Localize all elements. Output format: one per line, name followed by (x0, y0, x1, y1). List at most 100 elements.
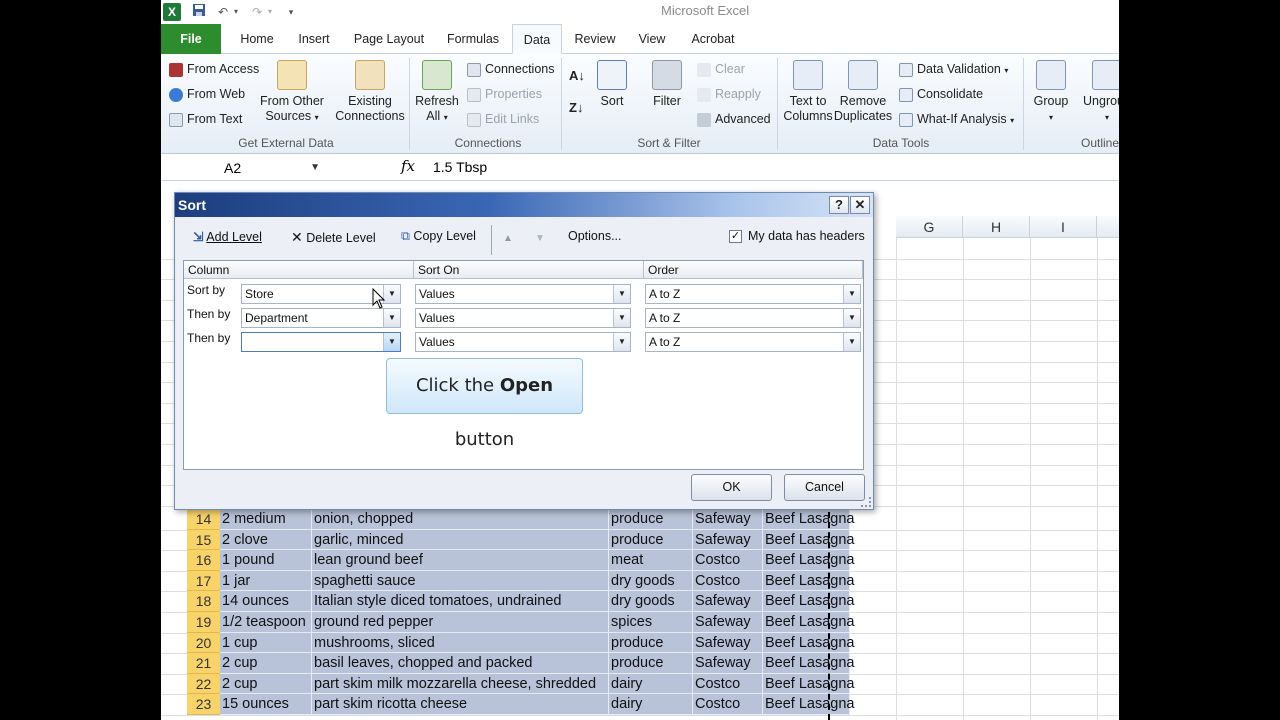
ok-button[interactable]: OK (691, 474, 772, 501)
cell-qty[interactable]: 1 cup (220, 632, 312, 654)
cell-store[interactable]: Costco (693, 673, 763, 695)
redo-dropdown-icon[interactable]: ▾ (265, 3, 275, 21)
cell-store[interactable]: Safeway (693, 632, 763, 654)
connections-button[interactable]: Connections (467, 62, 555, 77)
cell-store[interactable]: Safeway (693, 509, 763, 530)
group-button[interactable]: Group ▾ (1029, 60, 1073, 125)
edit-links-button[interactable]: Edit Links (467, 112, 539, 127)
cell-store[interactable]: Safeway (693, 612, 763, 633)
customize-qat-icon[interactable]: ▾ (285, 3, 297, 21)
move-up-icon[interactable]: ▲ (503, 233, 513, 244)
table-row[interactable]: 14 2 medium onion, chopped produce Safeway Be… (187, 509, 855, 530)
cell-recipe[interactable]: Beef Lasagna (763, 653, 855, 674)
row-header[interactable]: 19 (187, 612, 220, 633)
delete-level-button[interactable]: ✕ Delete Level (291, 229, 376, 246)
row-header[interactable]: 17 (187, 570, 220, 592)
cell-dept[interactable]: dairy (609, 694, 693, 715)
cell-dept[interactable]: produce (609, 653, 693, 674)
insert-function-icon[interactable]: fx (401, 157, 415, 175)
existing-connections-button[interactable]: Existing Connections (333, 60, 407, 124)
cell-qty[interactable]: 2 medium (220, 509, 312, 530)
move-down-icon[interactable]: ▼ (535, 233, 545, 244)
advanced-button[interactable]: Advanced (697, 112, 771, 127)
consolidate-button[interactable]: Consolidate (899, 87, 983, 102)
table-row[interactable]: 23 15 ounces part skim ricotta cheese dairy… (187, 694, 855, 715)
cell-item[interactable]: onion, chopped (312, 509, 609, 530)
ungroup-button[interactable]: Ungroup ▾ (1077, 60, 1119, 125)
name-box[interactable]: A2 ▼ (161, 157, 326, 179)
column-header-g[interactable]: G (896, 216, 963, 238)
chevron-down-icon[interactable]: ▼ (843, 333, 860, 351)
formula-input[interactable]: 1.5 Tbsp (433, 159, 487, 175)
chevron-down-icon[interactable]: ▼ (383, 333, 400, 351)
cell-store[interactable]: Safeway (693, 591, 763, 612)
cell-recipe[interactable]: Beef Lasagna (763, 694, 855, 715)
cell-dept[interactable]: produce (609, 632, 693, 654)
cell-store[interactable]: Safeway (693, 653, 763, 674)
column-header-h[interactable]: H (963, 216, 1030, 238)
what-if-analysis-button[interactable]: What-If Analysis ▾ (899, 112, 1014, 127)
cell-dept[interactable]: produce (609, 509, 693, 530)
cell-qty[interactable]: 2 cup (220, 653, 312, 674)
cell-recipe[interactable]: Beef Lasagna (763, 509, 855, 530)
cell-dept[interactable]: spices (609, 612, 693, 633)
from-web-button[interactable]: From Web (169, 87, 245, 102)
cell-item[interactable]: Italian style diced tomatoes, undrained (312, 591, 609, 612)
refresh-all-button[interactable]: Refresh All ▾ (413, 60, 461, 125)
tab-page-layout[interactable]: Page Layout (347, 24, 431, 54)
sort-on-select[interactable]: Values ▼ (415, 332, 631, 352)
table-row[interactable]: 19 1/2 teaspoon ground red pepper spices Saf… (187, 612, 855, 633)
chevron-down-icon[interactable]: ▼ (843, 309, 860, 327)
tab-formulas[interactable]: Formulas (441, 24, 505, 54)
cell-store[interactable]: Safeway (693, 529, 763, 551)
clear-button[interactable]: Clear (697, 62, 745, 77)
chevron-down-icon[interactable]: ▼ (613, 285, 630, 303)
from-other-sources-button[interactable]: From Other Sources ▾ (257, 60, 327, 125)
cell-item[interactable]: basil leaves, chopped and packed (312, 653, 609, 674)
save-icon[interactable] (191, 3, 207, 21)
table-row[interactable]: 22 2 cup part skim milk mozzarella cheese,… (187, 673, 855, 695)
reapply-button[interactable]: Reapply (697, 87, 761, 102)
cell-item[interactable]: garlic, minced (312, 529, 609, 551)
my-data-has-headers-checkbox[interactable]: ✓ My data has headers (729, 229, 865, 244)
cell-item[interactable]: spaghetti sauce (312, 570, 609, 592)
tab-view[interactable]: View (629, 24, 675, 54)
chevron-down-icon[interactable]: ▼ (613, 333, 630, 351)
order-select[interactable]: A to Z ▼ (645, 308, 861, 328)
column-select[interactable]: ▼ (241, 332, 401, 352)
options-button[interactable]: Options... (568, 229, 622, 243)
order-select[interactable]: A to Z ▼ (645, 284, 861, 304)
cell-recipe[interactable]: Beef Lasagna (763, 612, 855, 633)
cell-qty[interactable]: 1 pound (220, 550, 312, 571)
tab-data[interactable]: Data (512, 24, 562, 54)
column-header-j[interactable] (1097, 216, 1119, 238)
cell-qty[interactable]: 2 clove (220, 529, 312, 551)
table-row[interactable]: 16 1 pound lean ground beef meat Costco Beef … (187, 550, 855, 571)
sort-button[interactable]: Sort (595, 60, 629, 109)
remove-duplicates-button[interactable]: Remove Duplicates (833, 60, 893, 124)
table-row[interactable]: 17 1 jar spaghetti sauce dry goods Costco Bee… (187, 570, 855, 592)
cell-recipe[interactable]: Beef Lasagna (763, 570, 855, 592)
chevron-down-icon[interactable]: ▼ (613, 309, 630, 327)
cell-dept[interactable]: dry goods (609, 570, 693, 592)
cell-dept[interactable]: produce (609, 529, 693, 551)
table-row[interactable]: 20 1 cup mushrooms, sliced produce Safeway Be… (187, 632, 855, 654)
help-button[interactable]: ? (829, 196, 849, 214)
row-header[interactable]: 20 (187, 632, 220, 654)
row-header[interactable]: 15 (187, 529, 220, 551)
cell-qty[interactable]: 1 jar (220, 570, 312, 592)
cell-store[interactable]: Costco (693, 694, 763, 715)
cell-recipe[interactable]: Beef Lasagna (763, 529, 855, 551)
order-select[interactable]: A to Z ▼ (645, 332, 861, 352)
cell-dept[interactable]: dry goods (609, 591, 693, 612)
cell-recipe[interactable]: Beef Lasagna (763, 673, 855, 695)
chevron-down-icon[interactable]: ▼ (843, 285, 860, 303)
column-header-i[interactable]: I (1030, 216, 1097, 238)
copy-level-button[interactable]: ⧉ Copy Level (401, 229, 476, 244)
sort-z-a-icon[interactable]: Z↓ (569, 100, 583, 115)
cell-item[interactable]: lean ground beef (312, 550, 609, 571)
cell-item[interactable]: part skim ricotta cheese (312, 694, 609, 715)
text-to-columns-button[interactable]: Text to Columns (781, 60, 835, 124)
tab-home[interactable]: Home (231, 24, 283, 54)
chevron-down-icon[interactable]: ▼ (310, 157, 320, 179)
